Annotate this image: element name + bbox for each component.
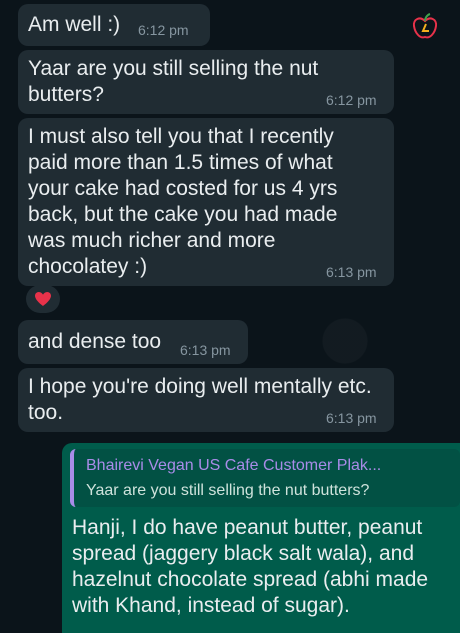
quoted-text: Yaar are you still selling the nut butte… (86, 482, 370, 499)
message-text: I must also tell you that I recently pai… (28, 125, 338, 278)
quoted-author: Bhairevi Vegan US Cafe Customer Plak... (86, 457, 382, 474)
message-text: Yaar are you still selling the nut butte… (28, 57, 319, 106)
message-reaction[interactable] (26, 285, 60, 313)
message-timestamp: 6:13 pm (326, 410, 377, 426)
message-bubble[interactable]: and dense too 6:13 pm (18, 320, 248, 364)
message-timestamp: 6:13 pm (326, 264, 377, 280)
quoted-message[interactable]: Bhairevi Vegan US Cafe Customer Plak... … (70, 449, 460, 507)
message-timestamp: 6:12 pm (138, 22, 189, 38)
message-timestamp: 6:12 pm (326, 92, 377, 108)
outgoing-message-bubble[interactable]: Bhairevi Vegan US Cafe Customer Plak... … (62, 443, 460, 633)
apple-logo-icon (410, 12, 440, 42)
message-text: Hanji, I do have peanut butter, peanut s… (72, 516, 429, 617)
message-bubble[interactable]: I must also tell you that I recently pai… (18, 118, 394, 286)
message-timestamp: 6:13 pm (180, 342, 231, 358)
message-bubble[interactable]: Am well :) 6:12 pm (18, 4, 210, 46)
message-bubble[interactable]: I hope you're doing well mentally etc. t… (18, 368, 394, 432)
red-heart-icon (35, 292, 51, 306)
message-bubble[interactable]: Yaar are you still selling the nut butte… (18, 50, 394, 114)
